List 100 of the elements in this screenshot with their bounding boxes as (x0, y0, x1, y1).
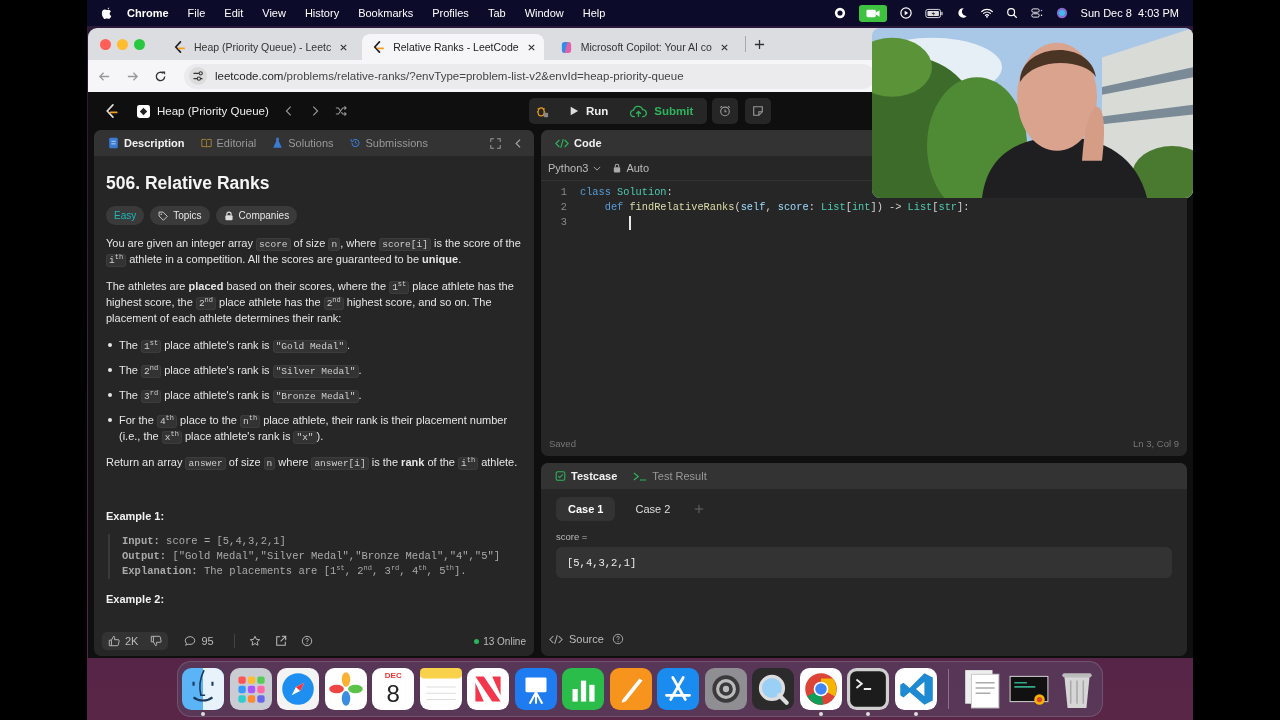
browser-tab[interactable]: Microsoft Copilot: Your AI co (549, 34, 737, 60)
difficulty-badge: Easy (106, 206, 145, 225)
moon-icon[interactable] (955, 7, 968, 19)
submit-button[interactable]: Submit (622, 99, 702, 123)
problem-list-button[interactable]: Heap (Priority Queue) (137, 104, 269, 118)
comments-button[interactable]: 95 (178, 632, 220, 650)
menu-item[interactable]: View (262, 7, 286, 19)
compass-icon[interactable] (277, 668, 320, 710)
code-panel-title: Code (549, 137, 608, 149)
battery-icon[interactable] (924, 7, 943, 19)
browser-tab[interactable]: Heap (Priority Queue) - Leetc (163, 34, 357, 60)
online-dot-icon (474, 638, 480, 644)
fullscreen-icon[interactable] (490, 137, 501, 149)
parameter-label: score = (556, 531, 589, 542)
clock[interactable]: Sun Dec 8 4:03 PM (1080, 7, 1179, 19)
menu-item[interactable]: File (187, 7, 206, 19)
problem-title: 506. Relative Ranks (106, 173, 271, 194)
news-icon[interactable] (467, 668, 510, 710)
address-bar[interactable]: leetcode.com/problems/relative-ranks/?envType=problem-list-v2&envId=heap-priority-queue (184, 63, 875, 89)
menu-item[interactable]: Window (524, 7, 564, 19)
lock-icon (223, 210, 234, 221)
description-paragraph: You are given an integer array score of size n , where score[i] is the score of the i$^{th}$ athlete in a competition. All the scores are guaranteed to be unique. (106, 236, 522, 267)
panel-tab[interactable]: Solutions (266, 137, 340, 149)
calendar-icon[interactable]: DEC 8 (372, 668, 415, 710)
case-tab[interactable]: Case 1 (556, 497, 616, 521)
menu-item[interactable]: Help (582, 7, 606, 19)
finder-icon[interactable] (182, 668, 225, 710)
flask-icon (272, 137, 284, 149)
play-icon (569, 106, 579, 116)
gear-icon[interactable] (704, 668, 747, 710)
panel-tab[interactable]: Testcase (549, 470, 624, 482)
share-icon[interactable] (274, 635, 287, 647)
alarm-clock-button[interactable] (712, 98, 739, 124)
close-icon[interactable] (526, 42, 536, 52)
bar-chart-icon[interactable] (562, 668, 605, 710)
control-center-icon[interactable] (1030, 7, 1043, 19)
apple-icon[interactable] (101, 6, 113, 20)
run-button[interactable]: Run (561, 99, 617, 123)
panel-tab[interactable]: Description (102, 137, 191, 149)
launchpad-icon[interactable] (229, 668, 272, 710)
thumbs-down-icon (150, 635, 163, 647)
case-tab[interactable]: Case 2 (623, 497, 683, 521)
pen-icon[interactable] (609, 668, 652, 710)
shuffle-icon[interactable] (334, 105, 347, 117)
new-tab-icon[interactable] (753, 38, 765, 50)
note-button[interactable] (745, 98, 772, 124)
example-block: Input: score = [5,4,3,2,1] Output: ["Gold Medal","Silver Medal","Bronze Medal","4","5"] Explanation: The placements are [1$^{st}$, 2$^{nd}$, 3$^{rd}$, 4$^{th}$, 5$^{th}$]. (108, 534, 522, 579)
flower-icon[interactable] (324, 668, 367, 710)
menu-item[interactable]: Tab (487, 7, 506, 19)
bug-icon[interactable] (535, 104, 549, 118)
play-icon[interactable] (899, 7, 912, 19)
menu-item[interactable]: Chrome (127, 7, 169, 19)
reload-icon[interactable] (154, 69, 167, 83)
notepad-icon[interactable] (419, 668, 462, 710)
auto-button[interactable]: Auto (613, 162, 649, 174)
menu-item[interactable]: Bookmarks (358, 7, 414, 19)
record-icon[interactable] (833, 7, 846, 19)
code-editor-icon[interactable] (894, 668, 937, 710)
leetcode-logo-icon[interactable] (104, 103, 119, 119)
cursor-position: Ln 3, Col 9 (1133, 437, 1179, 449)
wifi-icon[interactable] (980, 7, 993, 19)
video-camera-icon[interactable] (858, 4, 887, 22)
bullet-icon (108, 368, 112, 372)
close-icon[interactable] (719, 42, 729, 52)
browser-logo-icon[interactable] (799, 668, 842, 710)
magnifier-q-icon[interactable] (752, 668, 795, 710)
star-icon[interactable] (248, 635, 261, 647)
search-icon[interactable] (1005, 7, 1018, 19)
swirl-logo-icon (559, 40, 573, 54)
podium-icon[interactable] (514, 668, 557, 710)
site-settings-icon[interactable] (189, 67, 207, 85)
menu-item[interactable]: Edit (224, 7, 244, 19)
code-line: class Solution: (580, 185, 673, 200)
line-number: 1 (559, 185, 567, 200)
bullet-icon (108, 343, 112, 347)
panel-tab[interactable]: Submissions (343, 137, 434, 149)
terminal-icon[interactable] (847, 668, 890, 710)
close-icon[interactable] (339, 42, 349, 52)
source-button[interactable]: Source (549, 633, 604, 645)
panel-tab[interactable]: Editorial (194, 137, 263, 149)
app-store-icon[interactable] (657, 668, 700, 710)
alarm-clock-icon (719, 105, 732, 117)
bullet-icon (108, 418, 112, 422)
tag-button[interactable]: Companies (215, 206, 298, 225)
tag-button[interactable]: Topics (150, 206, 210, 225)
menu-item[interactable]: History (304, 7, 340, 19)
calendar-day: 8 (386, 680, 400, 707)
history-icon (349, 137, 361, 149)
help-icon[interactable] (300, 635, 313, 647)
rule-text: The 1$^{st}$ place athlete's rank is "Gold Medal" . (119, 337, 352, 353)
panel-tab[interactable]: Test Result (627, 470, 713, 482)
menu-item[interactable]: Profiles (432, 7, 469, 19)
chevron-down-icon (593, 165, 602, 171)
code-icon (555, 137, 569, 149)
orb-icon[interactable] (1055, 7, 1068, 19)
language-dropdown[interactable]: Python3 (548, 162, 602, 174)
browser-tab[interactable]: Relative Ranks - LeetCode (362, 34, 544, 60)
input-field[interactable]: [5,4,3,2,1] (556, 547, 1172, 578)
help-icon[interactable] (611, 633, 624, 645)
example-heading: Example 2: (106, 593, 166, 605)
